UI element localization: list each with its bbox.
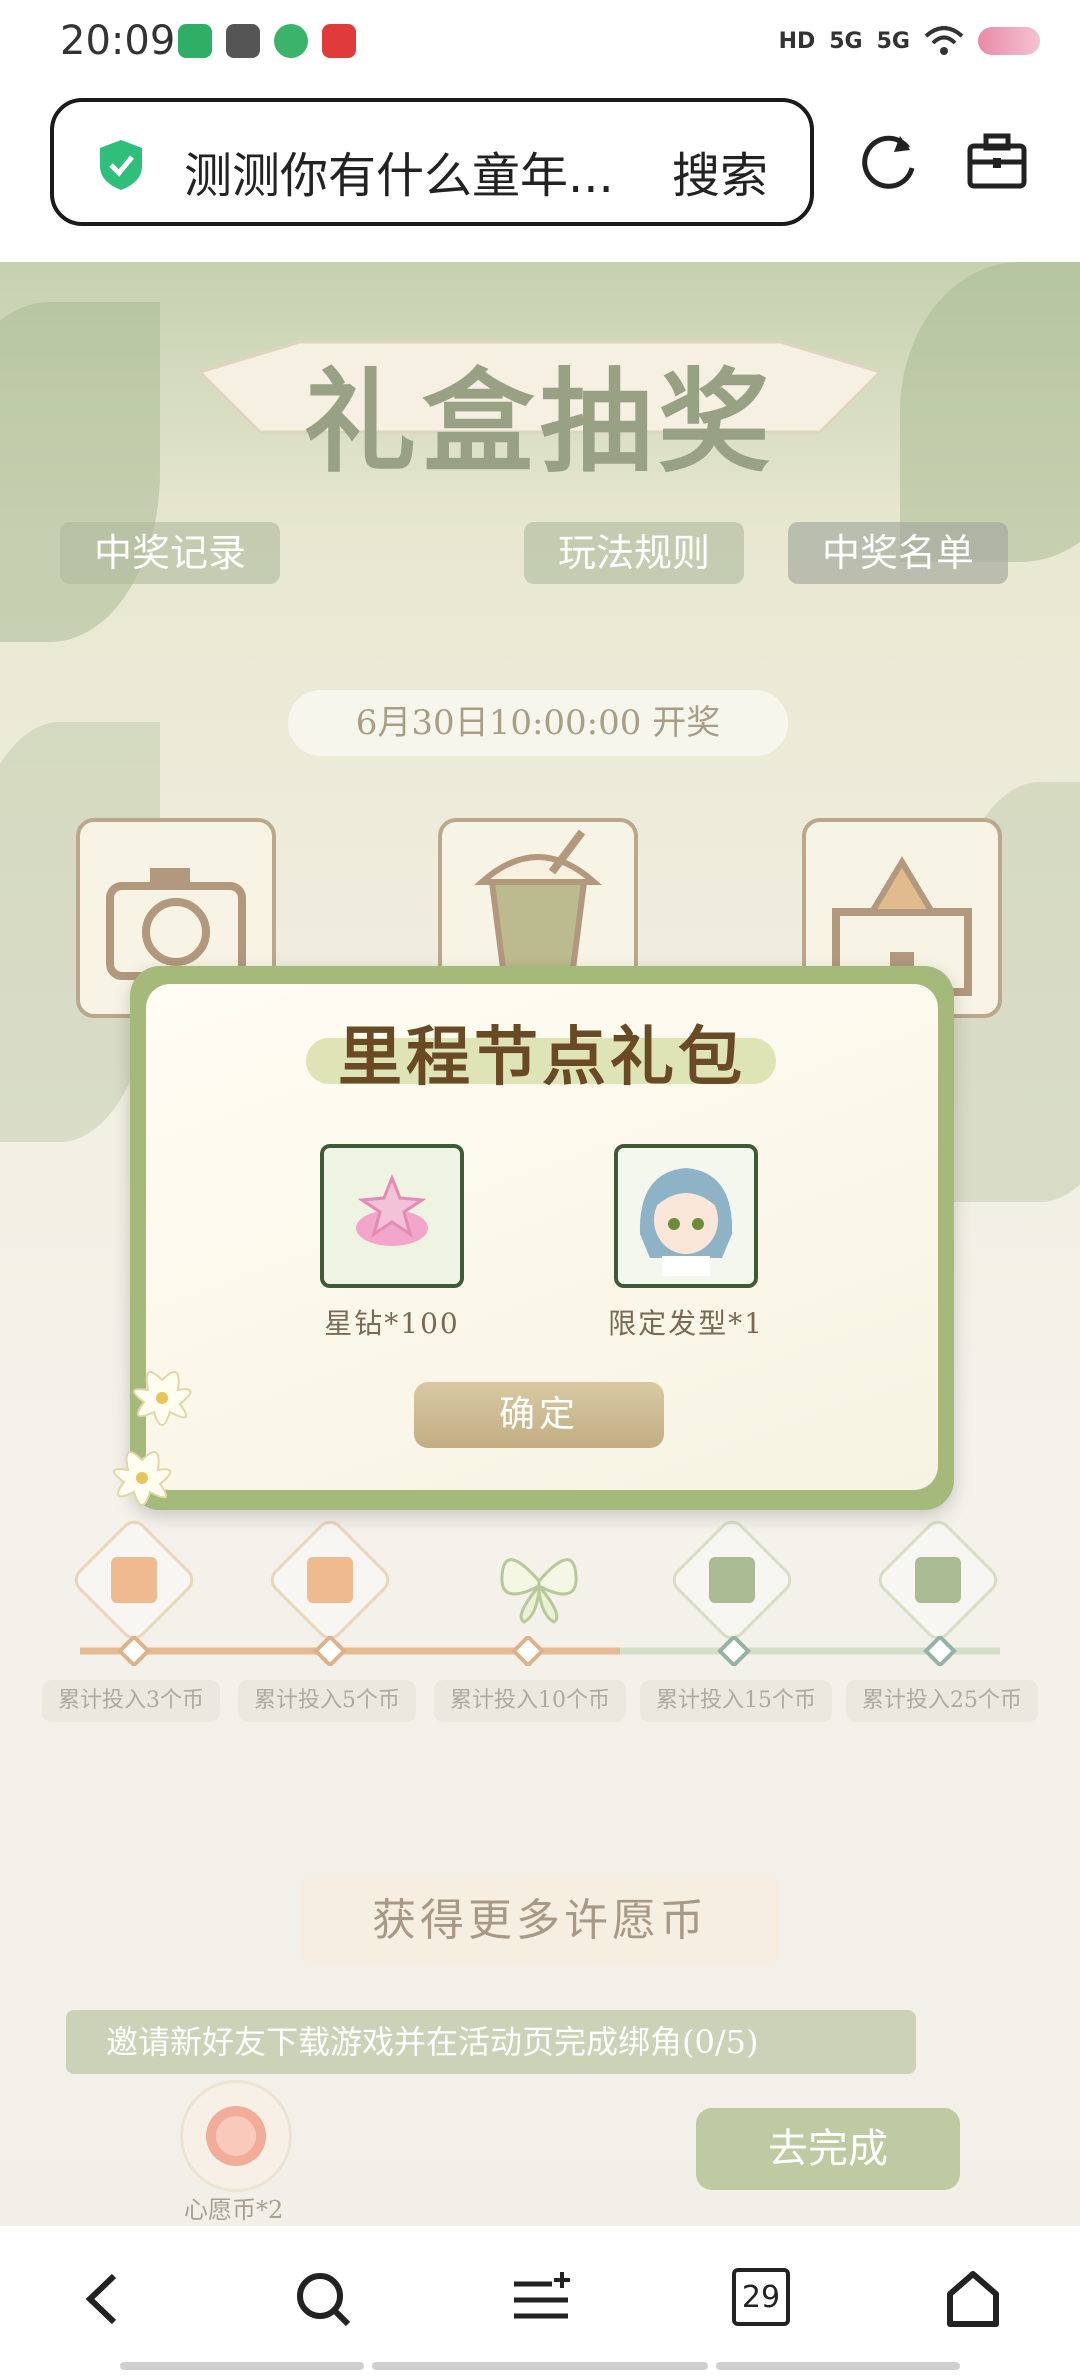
clock: 20:09 xyxy=(60,18,176,64)
butterfly-icon xyxy=(500,1558,578,1624)
browser-bottom-nav: 29 xyxy=(0,2226,1080,2376)
address-search-box[interactable]: 测测你有什么童年... 搜索 xyxy=(50,98,814,226)
signal-5g-1: 5G xyxy=(829,28,863,54)
reward-slot-hairstyle xyxy=(614,1144,758,1288)
signal-5g-2: 5G xyxy=(876,28,910,54)
search-icon[interactable] xyxy=(290,2266,356,2332)
reward-label-star-diamond: 星钻*100 xyxy=(324,1307,460,1340)
status-bar: 20:09 HD 5G 5G xyxy=(0,0,1080,90)
game-app-icon xyxy=(226,24,260,58)
refresh-icon[interactable] xyxy=(856,128,922,194)
search-query-text[interactable]: 测测你有什么童年... xyxy=(184,136,614,206)
notification-icons xyxy=(178,24,356,58)
confirm-button[interactable]: 确定 xyxy=(414,1382,664,1448)
back-icon[interactable] xyxy=(72,2266,138,2332)
milestone-gift-modal: 里程节点礼包 星钻*100 限定发型*1 确定 xyxy=(146,984,938,1490)
gesture-bar-middle xyxy=(372,2362,708,2370)
reward-label-hairstyle: 限定发型*1 xyxy=(608,1307,764,1340)
home-icon[interactable] xyxy=(940,2266,1006,2332)
toolbox-icon[interactable] xyxy=(964,128,1030,194)
menu-icon[interactable] xyxy=(508,2266,574,2332)
hairstyle-avatar-icon xyxy=(618,1148,754,1284)
lily-flower-decoration xyxy=(113,1371,192,1506)
search-button[interactable]: 搜索 xyxy=(672,136,768,206)
hd-indicator: HD xyxy=(778,28,816,54)
video-app-icon xyxy=(178,24,212,58)
gesture-bar-left xyxy=(120,2362,364,2370)
modal-title: 里程节点礼包 xyxy=(338,1020,746,1095)
shop-app-icon xyxy=(322,24,356,58)
reward-slot-star-diamond xyxy=(320,1144,464,1288)
health-app-icon xyxy=(274,24,308,58)
browser-toolbar: 测测你有什么童年... 搜索 xyxy=(0,90,1080,262)
tab-count-button[interactable]: 29 xyxy=(732,2268,790,2326)
wifi-icon xyxy=(924,26,964,55)
star-diamond-icon xyxy=(324,1148,460,1284)
shield-icon xyxy=(100,140,142,190)
system-status: HD 5G 5G xyxy=(779,26,1040,56)
gesture-bar-right xyxy=(716,2362,960,2370)
battery-icon xyxy=(978,27,1040,55)
